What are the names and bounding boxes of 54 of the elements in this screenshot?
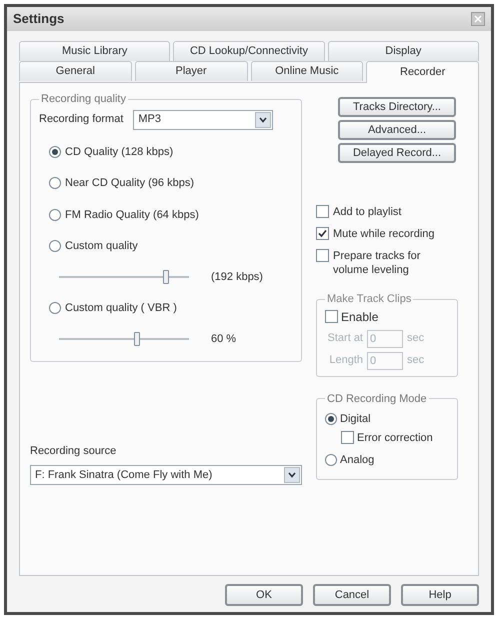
checkbox[interactable] [316, 249, 329, 262]
tab[interactable]: Music Library [19, 41, 170, 61]
side-button[interactable]: Advanced... [338, 120, 456, 140]
slider-thumb[interactable] [134, 332, 140, 346]
tab[interactable]: General [19, 61, 132, 81]
radio-button[interactable] [49, 177, 61, 190]
tab[interactable]: CD Lookup/Connectivity [173, 41, 325, 61]
dialog-button[interactable]: Help [401, 584, 479, 606]
tab[interactable]: Recorder [366, 61, 479, 83]
field-label: Recording format [39, 112, 124, 128]
radio-button[interactable] [49, 302, 61, 314]
radio-label: CD Quality (128 kbps) [65, 144, 174, 160]
checkbox[interactable] [316, 205, 329, 218]
checkbox[interactable] [341, 431, 354, 444]
slider-thumb[interactable] [162, 270, 169, 284]
close-icon [474, 15, 482, 23]
field-label: Length [328, 353, 363, 368]
checkbox-label: Mute while recording [333, 227, 436, 241]
radio-button[interactable] [325, 454, 337, 466]
format-dropdown[interactable]: MP3 [133, 110, 274, 130]
source-dropdown[interactable]: F: Frank Sinatra (Come Fly with Me) [30, 465, 302, 485]
unit-label: sec [407, 353, 424, 368]
checkbox-label: Add to playlist [333, 205, 402, 219]
tab[interactable]: Online Music [250, 61, 364, 81]
group-title: CD Recording Mode [326, 392, 428, 406]
dialog-button[interactable]: OK [225, 584, 303, 606]
radio-label: Custom quality ( VBR ) [65, 301, 177, 316]
group-title: Recording quality [40, 92, 127, 107]
close-button[interactable] [471, 12, 485, 26]
group-title: Make Track Clips [326, 292, 412, 307]
radio-label: Custom quality [65, 239, 138, 254]
radio-button[interactable] [49, 146, 61, 158]
checkbox-label: Enable [341, 308, 378, 326]
slider-reading: (192 kbps) [211, 270, 263, 284]
slider-reading: 60 % [211, 332, 236, 346]
field-label: Start at [326, 331, 363, 346]
checkbox-label: Prepare tracks for volume leveling [333, 249, 422, 277]
side-button[interactable]: Tracks Directory... [338, 97, 456, 117]
radio-label: Digital [340, 412, 371, 427]
window-title: Settings [13, 10, 64, 28]
radio-label: FM Radio Quality (64 kbps) [65, 208, 199, 222]
tab[interactable]: Display [328, 41, 479, 61]
radio-label: Near CD Quality (96 kbps) [65, 176, 194, 191]
radio-button[interactable] [325, 413, 337, 426]
radio-button[interactable] [49, 208, 61, 221]
unit-label: sec [407, 331, 424, 346]
side-button[interactable]: Delayed Record... [338, 143, 456, 163]
radio-label: Analog [340, 453, 374, 468]
field-label: Recording source [30, 444, 118, 458]
checkbox[interactable] [316, 227, 329, 240]
checkbox-label: Error correction [357, 430, 433, 446]
tab[interactable]: Player [134, 61, 248, 81]
dialog-button[interactable]: Cancel [313, 584, 391, 606]
radio-button[interactable] [49, 240, 61, 252]
